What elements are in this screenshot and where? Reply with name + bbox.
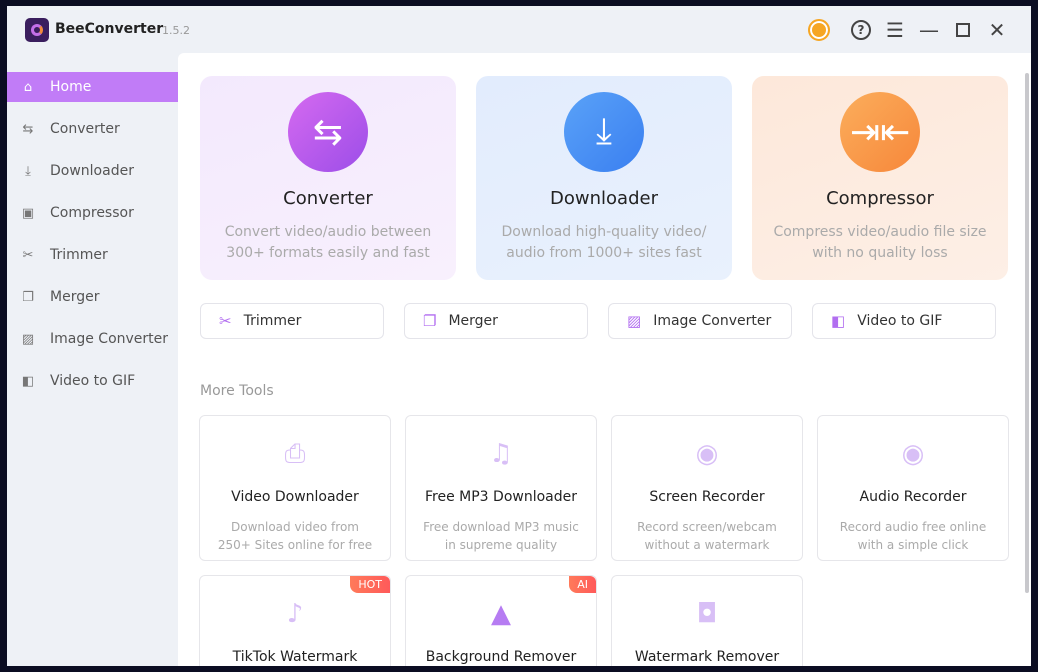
card-desc: Convert video/audio between 300+ formats… [224,224,432,261]
tool-video-downloader[interactable]: ⎙ Video Downloader Download video from 250+… [199,415,391,561]
minimize-icon[interactable]: — [917,18,941,42]
compress-icon: ▣ [21,205,35,221]
tool-title: Screen Recorder [649,489,765,505]
download-icon: ⤓ [564,92,644,172]
record-icon: ◉ [695,439,719,469]
more-tools-heading: More Tools [200,383,274,399]
sidebar-item-label: Video to GIF [50,373,136,389]
gif-icon: ◧ [831,312,846,330]
button-label: Merger [448,313,498,329]
tiktok-icon: ♪ [286,599,304,629]
sidebar-item-merger[interactable]: ❐ Merger [7,282,178,312]
button-label: Image Converter [653,313,772,329]
sidebar-item-trimmer[interactable]: ✂ Trimmer [7,240,178,270]
tool-desc: in supreme quality [444,538,558,552]
app-name: BeeConverter [55,21,164,37]
sidebar-item-label: Merger [50,289,100,305]
camera-icon: ◘ [696,599,718,629]
tool-title: Watermark Remover [634,649,780,665]
button-label: Trimmer [243,313,302,329]
tool-title: TikTok Watermark [232,649,358,665]
title-bar: BeeConverter 1.5.2 ? ☰ — ✕ [7,6,1031,53]
tool-desc: Record screen/webcam [637,520,777,534]
app-version: 1.5.2 [162,24,190,37]
convert-icon: ⇆ [22,121,34,137]
scissors-icon: ✂ [219,312,232,330]
tool-mp3-downloader[interactable]: ♫ Free MP3 Downloader Free download MP3 mu… [405,415,597,561]
help-icon[interactable]: ? [849,18,873,42]
tool-watermark-remover[interactable]: ◘ Watermark Remover [611,575,803,666]
image-converter-button[interactable]: ▨ Image Converter [608,303,792,339]
sidebar-item-compressor[interactable]: ▣ Compressor [7,198,178,228]
merger-button[interactable]: ❐ Merger [404,303,588,339]
sidebar-item-home[interactable]: ⌂ Home [7,72,178,102]
sidebar-item-label: Downloader [50,163,134,179]
tool-desc: without a watermark [644,538,770,552]
downloader-card[interactable]: ⤓ Downloader Download high-quality video… [476,76,732,280]
compress-icon: ⇥⇤ [840,92,920,172]
image-icon: ▨ [21,331,35,347]
trimmer-button[interactable]: ✂ Trimmer [200,303,384,339]
gif-icon: ◧ [21,373,35,389]
account-icon[interactable] [807,18,831,42]
converter-card[interactable]: ⇆ Converter Convert video/audio between … [200,76,456,280]
image-icon: ▲ [491,599,511,629]
record-icon: ◉ [901,439,925,469]
sidebar-item-label: Image Converter [50,331,169,347]
maximize-icon[interactable] [951,18,975,42]
sidebar-item-label: Trimmer [50,247,108,263]
card-desc: Download high-quality video/ audio from … [501,224,707,261]
tool-tiktok-watermark[interactable]: HOT ♪ TikTok Watermark [199,575,391,666]
tool-desc: 250+ Sites online for free [217,538,373,552]
scrollbar[interactable] [1025,73,1029,593]
card-title: Downloader [550,188,658,209]
tool-desc: Download video from [231,520,359,534]
hot-badge: HOT [350,576,390,593]
card-title: Compressor [826,188,934,209]
app-window: BeeConverter 1.5.2 ? ☰ — ✕ ⌂ Home ⇆ Conver… [7,6,1031,666]
sidebar-item-label: Home [50,79,92,95]
tool-desc: with a simple click [857,538,969,552]
video-download-icon: ⎙ [284,438,306,469]
tool-screen-recorder[interactable]: ◉ Screen Recorder Record screen/webcam with… [611,415,803,561]
image-icon: ▨ [627,312,642,330]
button-label: Video to GIF [857,313,943,329]
sidebar-item-image-converter[interactable]: ▨ Image Converter [7,324,178,354]
tool-desc: Free download MP3 music [423,520,579,534]
card-title: Converter [283,188,373,209]
tool-title: Background Remover [425,649,577,665]
audio-wave-icon: ♫ [489,439,513,469]
convert-icon: ⇆ [288,92,368,172]
tool-audio-recorder[interactable]: ◉ Audio Recorder Record audio free online w… [817,415,1009,561]
tool-desc: Record audio free online [839,520,987,534]
download-icon: ⤓ [25,163,31,179]
sidebar-item-label: Converter [50,121,120,137]
main-content: ⇆ Converter Convert video/audio between … [178,53,1031,666]
tool-background-remover[interactable]: AI ▲ Background Remover [405,575,597,666]
sidebar-item-label: Compressor [50,205,134,221]
home-icon: ⌂ [23,79,33,95]
app-logo [25,18,49,42]
sidebar-item-video-to-gif[interactable]: ◧ Video to GIF [7,366,178,396]
menu-icon[interactable]: ☰ [883,18,907,42]
merge-icon: ❐ [423,312,437,330]
scissors-icon: ✂ [22,247,34,263]
sidebar-item-converter[interactable]: ⇆ Converter [7,114,178,144]
ai-badge: AI [569,576,596,593]
compressor-card[interactable]: ⇥⇤ Compressor Compress video/audio file … [752,76,1008,280]
sidebar: ⌂ Home ⇆ Converter ⤓ Downloader ▣ Compressor… [7,72,178,408]
tool-title: Audio Recorder [859,489,967,505]
tool-title: Video Downloader [231,489,359,505]
video-to-gif-button[interactable]: ◧ Video to GIF [812,303,996,339]
tool-title: Free MP3 Downloader [425,489,577,505]
sidebar-item-downloader[interactable]: ⤓ Downloader [7,156,178,186]
merge-icon: ❐ [22,289,34,305]
close-icon[interactable]: ✕ [985,18,1009,42]
card-desc: Compress video/audio file size with no q… [773,224,987,261]
